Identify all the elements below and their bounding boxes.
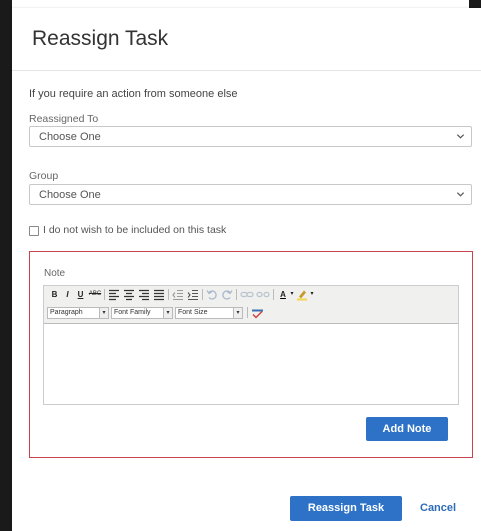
toolbar-separator (236, 289, 237, 300)
editor-toolbar-formatting: B I U ABC A ▾ ▾ (44, 286, 458, 305)
note-text-area[interactable] (44, 324, 458, 404)
spellcheck-icon[interactable] (251, 307, 264, 320)
align-center-icon[interactable] (123, 288, 135, 301)
italic-button[interactable]: I (63, 288, 72, 301)
title-divider (12, 70, 481, 71)
paragraph-select-value: Paragraph (50, 309, 83, 316)
reassigned-to-value: Choose One (39, 131, 101, 143)
highlight-dropdown-icon[interactable]: ▾ (309, 288, 315, 301)
reassigned-to-label: Reassigned To (29, 113, 99, 125)
font-size-select-value: Font Size (178, 309, 208, 316)
chevron-down-icon: ▾ (233, 308, 242, 318)
rich-text-editor: B I U ABC A ▾ ▾ Paragraph ▾ Font Family … (43, 285, 459, 405)
cancel-button[interactable]: Cancel (420, 502, 456, 514)
group-value: Choose One (39, 189, 101, 201)
reassign-task-dialog: Reassign Task If you require an action f… (12, 8, 481, 531)
chevron-down-icon (456, 192, 465, 197)
unlink-icon[interactable] (256, 288, 270, 301)
toolbar-separator (104, 289, 105, 300)
link-icon[interactable] (240, 288, 254, 301)
note-section: Note B I U ABC A ▾ ▾ Paragraph ▾ Font Fa… (29, 251, 473, 458)
text-color-dropdown-icon[interactable]: ▾ (289, 288, 295, 301)
chevron-down-icon (456, 134, 465, 139)
toolbar-separator (202, 289, 203, 300)
reassigned-to-select[interactable]: Choose One (29, 126, 472, 147)
font-size-select[interactable]: Font Size ▾ (175, 307, 243, 319)
editor-toolbar-style: Paragraph ▾ Font Family ▾ Font Size ▾ (44, 304, 458, 324)
align-right-icon[interactable] (138, 288, 150, 301)
text-color-button[interactable]: A (278, 288, 288, 301)
indent-icon[interactable] (187, 288, 199, 301)
undo-icon[interactable] (206, 288, 218, 301)
strikethrough-button[interactable]: ABC (88, 288, 102, 301)
intro-text: If you require an action from someone el… (29, 88, 238, 100)
exclude-checkbox-label[interactable]: I do not wish to be included on this tas… (43, 224, 226, 236)
chevron-down-icon: ▾ (163, 308, 172, 318)
background-edge-left (0, 0, 12, 531)
toolbar-separator (273, 289, 274, 300)
add-note-button[interactable]: Add Note (366, 417, 448, 441)
align-left-icon[interactable] (108, 288, 120, 301)
background-edge-top (469, 0, 481, 8)
chevron-down-icon: ▾ (99, 308, 108, 318)
highlight-color-icon[interactable] (296, 288, 308, 301)
group-label: Group (29, 170, 59, 182)
underline-button[interactable]: U (76, 288, 85, 301)
toolbar-separator (168, 289, 169, 300)
note-label: Note (44, 268, 66, 279)
group-select[interactable]: Choose One (29, 184, 472, 205)
dialog-title: Reassign Task (32, 27, 169, 50)
reassign-task-button[interactable]: Reassign Task (290, 496, 402, 521)
toolbar-separator (247, 307, 248, 318)
exclude-checkbox[interactable] (29, 226, 39, 236)
redo-icon[interactable] (221, 288, 233, 301)
font-family-select[interactable]: Font Family ▾ (111, 307, 173, 319)
align-justify-icon[interactable] (153, 288, 165, 301)
font-family-select-value: Font Family (114, 309, 151, 316)
outdent-icon[interactable] (172, 288, 184, 301)
paragraph-select[interactable]: Paragraph ▾ (47, 307, 109, 319)
bold-button[interactable]: B (50, 288, 59, 301)
